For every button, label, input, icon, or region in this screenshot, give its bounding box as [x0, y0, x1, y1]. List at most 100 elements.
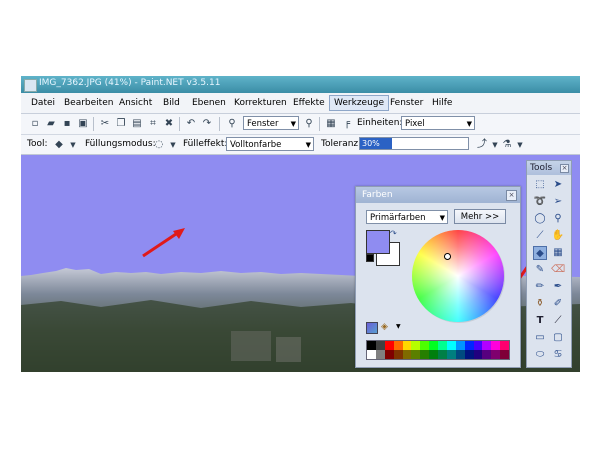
toolbar-separator — [93, 117, 94, 131]
tolerance-fill: 30% — [360, 138, 393, 149]
fill-mode-icon[interactable]: ◌ — [153, 139, 165, 151]
rounded-rect-icon[interactable]: ▢ — [551, 331, 565, 345]
menu-ebenen[interactable]: Ebenen — [188, 96, 230, 110]
app-icon — [24, 79, 37, 92]
swap-colors-icon[interactable]: ↷ — [390, 229, 397, 238]
tolerance-slider[interactable]: 30% — [359, 137, 469, 150]
palette-icon[interactable] — [366, 322, 378, 334]
lasso-icon[interactable]: ➰ — [533, 195, 547, 209]
menu-bild[interactable]: Bild — [159, 96, 184, 110]
color-palette[interactable] — [366, 340, 510, 360]
title-bar: IMG_7362.JPG (41%) - Paint.NET v3.5.11 — [21, 76, 580, 93]
colors-panel: Farben × Primärfarben ▼ Mehr >> ↷ ◈ ▼ — [355, 186, 521, 368]
tool-options-bar: Tool: ◆ ▼ Füllungsmodus: ◌ ▼ Fülleffekt:… — [21, 135, 580, 155]
color-wheel-saturation — [412, 230, 504, 322]
paint-bucket-icon[interactable]: ◆ — [53, 139, 65, 151]
fill-effect-label: Fülleffekt: — [183, 139, 228, 149]
zoom-icon[interactable]: ⚲ — [551, 212, 565, 226]
color-picker-menu-icon[interactable]: ◈ — [381, 322, 388, 332]
zoom-in-icon[interactable]: ⚲ — [303, 118, 315, 130]
rect-select-icon[interactable]: ⬚ — [533, 178, 547, 192]
blend-mode-icon[interactable]: ⚗ — [501, 139, 513, 151]
toolbar-separator — [179, 117, 180, 131]
open-file-icon[interactable]: ▰ — [45, 118, 57, 130]
chevron-down-icon: ▼ — [466, 120, 472, 128]
chevron-down-icon: ▼ — [439, 214, 445, 222]
fill-effect-dropdown[interactable]: Volltonfarbe ▼ — [226, 137, 314, 151]
copy-icon[interactable]: ❐ — [115, 118, 127, 130]
print-icon[interactable]: ▣ — [77, 118, 89, 130]
eraser-icon[interactable]: ⌫ — [551, 263, 565, 277]
cut-icon[interactable]: ✂ — [99, 118, 111, 130]
move-pixels-icon[interactable]: ➢ — [551, 195, 565, 209]
undo-icon[interactable]: ↶ — [185, 118, 197, 130]
menu-bar: Datei Bearbeiten Ansicht Bild Ebenen Kor… — [21, 93, 580, 114]
chevron-down-icon[interactable]: ▼ — [396, 323, 401, 330]
units-value: Pixel — [405, 119, 425, 129]
menu-hilfe[interactable]: Hilfe — [428, 96, 456, 110]
chevron-down-icon[interactable]: ▼ — [514, 139, 526, 151]
chevron-down-icon[interactable]: ▼ — [67, 139, 79, 151]
move-selection-icon[interactable]: ➤ — [551, 178, 565, 192]
tool-label: Tool: — [27, 139, 48, 149]
ellipse-select-icon[interactable]: ◯ — [533, 212, 547, 226]
paint-net-window: IMG_7362.JPG (41%) - Paint.NET v3.5.11 D… — [21, 76, 580, 372]
color-wheel-handle[interactable] — [444, 253, 451, 260]
new-file-icon[interactable]: ▫ — [29, 118, 41, 130]
close-icon[interactable]: × — [506, 190, 517, 201]
tolerance-label: Toleranz: — [321, 139, 362, 149]
chevron-down-icon[interactable]: ▼ — [167, 139, 179, 151]
color-picker-icon[interactable]: ✒ — [551, 280, 565, 294]
line-icon[interactable]: ⟋ — [551, 314, 565, 328]
colors-panel-title: Farben — [356, 187, 520, 203]
antialias-icon[interactable]: ⤴ — [476, 139, 488, 151]
save-icon[interactable]: ▪ — [61, 118, 73, 130]
chevron-down-icon[interactable]: ▼ — [489, 139, 501, 151]
zoom-dropdown[interactable]: Fenster ▼ — [243, 116, 299, 130]
clone-stamp-icon[interactable]: ⚱ — [533, 297, 547, 311]
paintbrush-icon[interactable]: ✎ — [533, 263, 547, 277]
more-button[interactable]: Mehr >> — [454, 209, 506, 224]
toolbar-separator — [319, 117, 320, 131]
pan-icon[interactable]: ✋ — [551, 229, 565, 243]
zoom-out-icon[interactable]: ⚲ — [226, 118, 238, 130]
color-wheel-hue[interactable] — [412, 230, 504, 322]
chevron-down-icon: ▼ — [290, 120, 296, 128]
toolbar-separator — [219, 117, 220, 131]
menu-werkzeuge[interactable]: Werkzeuge — [329, 95, 390, 111]
color-mode-value: Primärfarben — [370, 213, 426, 223]
reset-colors-icon[interactable] — [366, 254, 374, 262]
menu-datei[interactable]: Datei — [27, 96, 59, 110]
magic-wand-icon[interactable]: ⟋ — [533, 229, 547, 243]
main-toolbar: ▫ ▰ ▪ ▣ ✂ ❐ ▤ ⌗ ✖ ↶ ↷ ⚲ Fenster ▼ ⚲ ▦ ╒ E… — [21, 114, 580, 135]
fill-effect-value: Volltonfarbe — [230, 140, 282, 150]
recolor-icon[interactable]: ✐ — [551, 297, 565, 311]
window-title: IMG_7362.JPG (41%) - Paint.NET v3.5.11 — [39, 78, 221, 88]
gradient-icon[interactable]: ▦ — [551, 246, 565, 260]
menu-fenster[interactable]: Fenster — [386, 96, 427, 110]
crop-icon[interactable]: ⌗ — [147, 118, 159, 130]
menu-korrekturen[interactable]: Korrekturen — [230, 96, 291, 110]
ellipse-icon[interactable]: ⬭ — [533, 348, 547, 362]
freeform-icon[interactable]: ♋ — [551, 348, 565, 362]
fill-mode-label: Füllungsmodus: — [85, 139, 156, 149]
menu-bearbeiten[interactable]: Bearbeiten — [60, 96, 117, 110]
text-icon[interactable]: T — [533, 314, 547, 328]
menu-ansicht[interactable]: Ansicht — [115, 96, 156, 110]
redo-icon[interactable]: ↷ — [201, 118, 213, 130]
units-dropdown[interactable]: Pixel ▼ — [401, 116, 475, 130]
deselect-icon[interactable]: ✖ — [163, 118, 175, 130]
paste-icon[interactable]: ▤ — [131, 118, 143, 130]
grid-icon[interactable]: ▦ — [325, 118, 337, 130]
ruler-icon[interactable]: ╒ — [341, 118, 353, 130]
rectangle-icon[interactable]: ▭ — [533, 331, 547, 345]
menu-effekte[interactable]: Effekte — [289, 96, 329, 110]
close-icon[interactable]: × — [560, 164, 569, 173]
units-label: Einheiten: — [357, 118, 403, 128]
paint-bucket-icon[interactable]: ◆ — [533, 246, 547, 260]
tools-panel: Tools × ⬚ ➤ ➰ ➢ ◯ ⚲ ⟋ ✋ ◆ ▦ ✎ ⌫ ✏ ✒ ⚱ ✐ … — [526, 160, 572, 368]
zoom-value: Fenster — [247, 119, 279, 129]
primary-color-swatch[interactable] — [366, 230, 390, 254]
color-mode-dropdown[interactable]: Primärfarben ▼ — [366, 210, 448, 224]
pencil-icon[interactable]: ✏ — [533, 280, 547, 294]
